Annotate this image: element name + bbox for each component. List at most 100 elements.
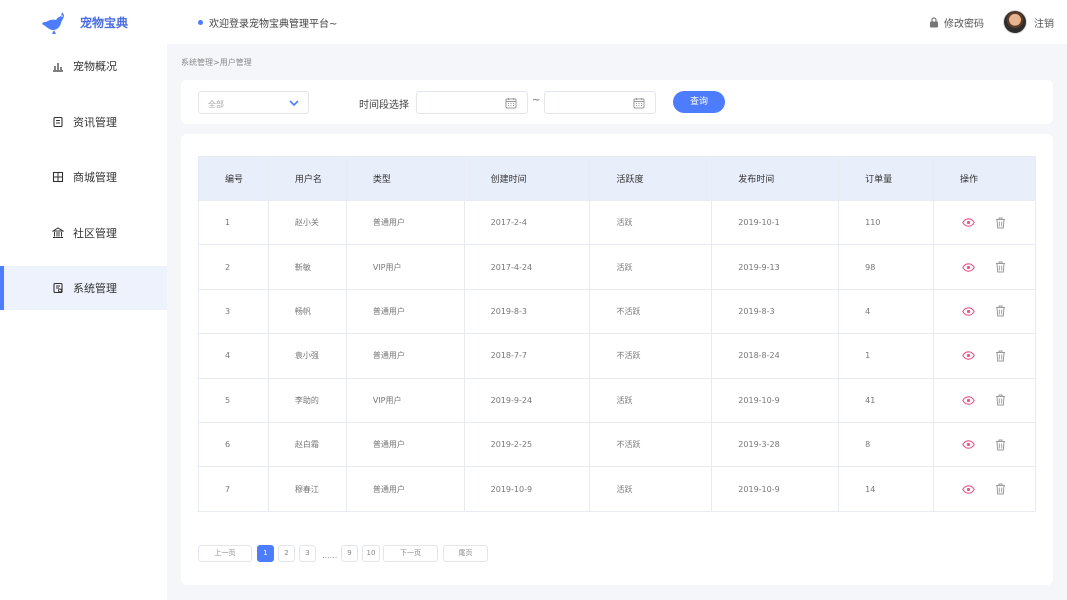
cell-actions	[933, 421, 1036, 468]
cell-username: 李助的	[267, 377, 347, 423]
cell-actions	[933, 466, 1036, 512]
next-page-button[interactable]: 下一页	[383, 545, 438, 562]
column-header-published[interactable]: 发布时间	[711, 156, 840, 201]
bar-chart-icon	[52, 60, 64, 72]
grid-icon	[52, 171, 64, 183]
column-header-created[interactable]: 创建时间	[463, 156, 591, 201]
cell-orders: 41	[838, 377, 934, 423]
delete-trash-icon[interactable]	[995, 350, 1006, 362]
cell-created: 2017-4-24	[463, 244, 591, 290]
view-eye-icon[interactable]	[962, 484, 975, 494]
welcome-text: 欢迎登录宠物宝典管理平台~	[209, 19, 338, 30]
cell-id: 4	[198, 333, 269, 379]
end-date-input[interactable]	[544, 91, 656, 114]
cell-created: 2017-2-4	[463, 199, 591, 246]
cell-username: 袁小强	[267, 333, 347, 379]
type-select[interactable]: 全部	[198, 91, 309, 114]
table-row: 7 穆春江 普通用户 2019-10-9 活跃 2019-10-9 14	[198, 466, 1036, 512]
cell-orders: 98	[838, 244, 934, 290]
sidebar-item-pet-overview[interactable]: 宠物概况	[0, 44, 167, 88]
avatar[interactable]	[1003, 10, 1027, 34]
cell-username: 赵小关	[267, 199, 347, 246]
calendar-icon	[505, 98, 517, 109]
cell-published: 2019-10-1	[711, 199, 840, 246]
cell-actions	[933, 244, 1036, 290]
page-button-1[interactable]: 1	[257, 545, 274, 562]
delete-trash-icon[interactable]	[995, 261, 1006, 273]
filter-bar: 全部 时间段选择 ~ 查询	[181, 80, 1053, 124]
row-actions	[960, 394, 1035, 406]
type-select-value: 全部	[208, 100, 224, 109]
view-eye-icon[interactable]	[962, 351, 975, 361]
row-actions	[960, 217, 1035, 229]
view-eye-icon[interactable]	[962, 262, 975, 272]
cell-orders: 8	[838, 421, 934, 468]
pagination-ellipsis: ......	[322, 551, 338, 560]
sidebar-item-community-management[interactable]: 社区管理	[0, 211, 167, 255]
cell-created: 2019-10-9	[463, 466, 591, 512]
sidebar-item-system-management[interactable]: 系统管理	[0, 266, 167, 310]
page-button-2[interactable]: 2	[278, 545, 295, 562]
page-button-3[interactable]: 3	[299, 545, 316, 562]
cell-id: 6	[198, 421, 269, 468]
cell-published: 2019-9-13	[711, 244, 840, 290]
table-row: 6 赵白霜 普通用户 2019-2-25 不活跃 2019-3-28 8	[198, 421, 1036, 468]
delete-trash-icon[interactable]	[995, 483, 1006, 495]
cell-activity: 活跃	[589, 377, 713, 423]
view-eye-icon[interactable]	[962, 218, 975, 227]
last-page-button[interactable]: 尾页	[443, 545, 488, 562]
column-header-type[interactable]: 类型	[345, 156, 465, 201]
page-button-10[interactable]: 10	[362, 545, 380, 562]
cell-created: 2019-2-25	[463, 421, 591, 468]
user-table: 编号 用户名 类型 创建时间 活跃度 发布时间 订单量 操作 1 赵小关 普通用户 2…	[198, 156, 1036, 512]
column-header-username[interactable]: 用户名	[267, 156, 347, 201]
cell-username: 畅帆	[267, 288, 347, 335]
cell-id: 1	[198, 199, 269, 246]
table-row: 1 赵小关 普通用户 2017-2-4 活跃 2019-10-1 110	[198, 199, 1036, 246]
cell-activity: 不活跃	[589, 333, 713, 379]
delete-trash-icon[interactable]	[995, 439, 1006, 451]
cell-activity: 活跃	[589, 199, 713, 246]
delete-trash-icon[interactable]	[995, 217, 1006, 229]
sidebar-item-label: 资讯管理	[73, 116, 117, 129]
column-header-orders[interactable]: 订单量	[838, 156, 934, 201]
view-eye-icon[interactable]	[962, 307, 975, 316]
user-table-card: 编号 用户名 类型 创建时间 活跃度 发布时间 订单量 操作 1 赵小关 普通用户 2…	[181, 134, 1053, 585]
sidebar-item-label: 系统管理	[73, 282, 117, 295]
sidebar-item-label: 宠物概况	[73, 60, 117, 73]
change-password-label: 修改密码	[944, 19, 984, 30]
date-separator: ~	[532, 95, 541, 106]
prev-page-button[interactable]: 上一页	[198, 545, 252, 562]
time-range-label: 时间段选择	[359, 100, 409, 111]
cell-id: 3	[198, 288, 269, 335]
change-password-button[interactable]: 修改密码	[929, 15, 984, 30]
welcome-message: 欢迎登录宠物宝典管理平台~	[198, 15, 337, 30]
row-actions	[960, 439, 1035, 451]
view-eye-icon[interactable]	[962, 395, 975, 405]
chevron-down-icon	[289, 100, 299, 107]
bank-icon	[52, 227, 64, 239]
page-button-9[interactable]: 9	[341, 545, 358, 562]
cell-activity: 活跃	[589, 244, 713, 290]
column-header-id[interactable]: 编号	[198, 156, 269, 201]
cell-actions	[933, 333, 1036, 379]
column-header-activity[interactable]: 活跃度	[589, 156, 713, 201]
sidebar-item-mall-management[interactable]: 商城管理	[0, 155, 167, 199]
cell-published: 2019-3-28	[711, 421, 840, 468]
app-logo[interactable]: 宠物宝典	[40, 10, 128, 34]
cell-activity: 不活跃	[589, 288, 713, 335]
delete-trash-icon[interactable]	[995, 305, 1006, 317]
sidebar-item-label: 社区管理	[73, 227, 117, 240]
cell-orders: 14	[838, 466, 934, 512]
breadcrumb: 系统管理>用户管理	[181, 58, 252, 67]
view-eye-icon[interactable]	[962, 440, 975, 449]
calendar-icon	[633, 98, 645, 109]
cell-username: 赵白霜	[267, 421, 347, 468]
cell-orders: 4	[838, 288, 934, 335]
query-button[interactable]: 查询	[673, 91, 725, 113]
start-date-input[interactable]	[416, 91, 528, 114]
delete-trash-icon[interactable]	[995, 394, 1006, 406]
sidebar-item-news-management[interactable]: 资讯管理	[0, 100, 167, 144]
logout-button[interactable]: 注销	[1034, 15, 1054, 30]
cell-actions	[933, 199, 1036, 246]
